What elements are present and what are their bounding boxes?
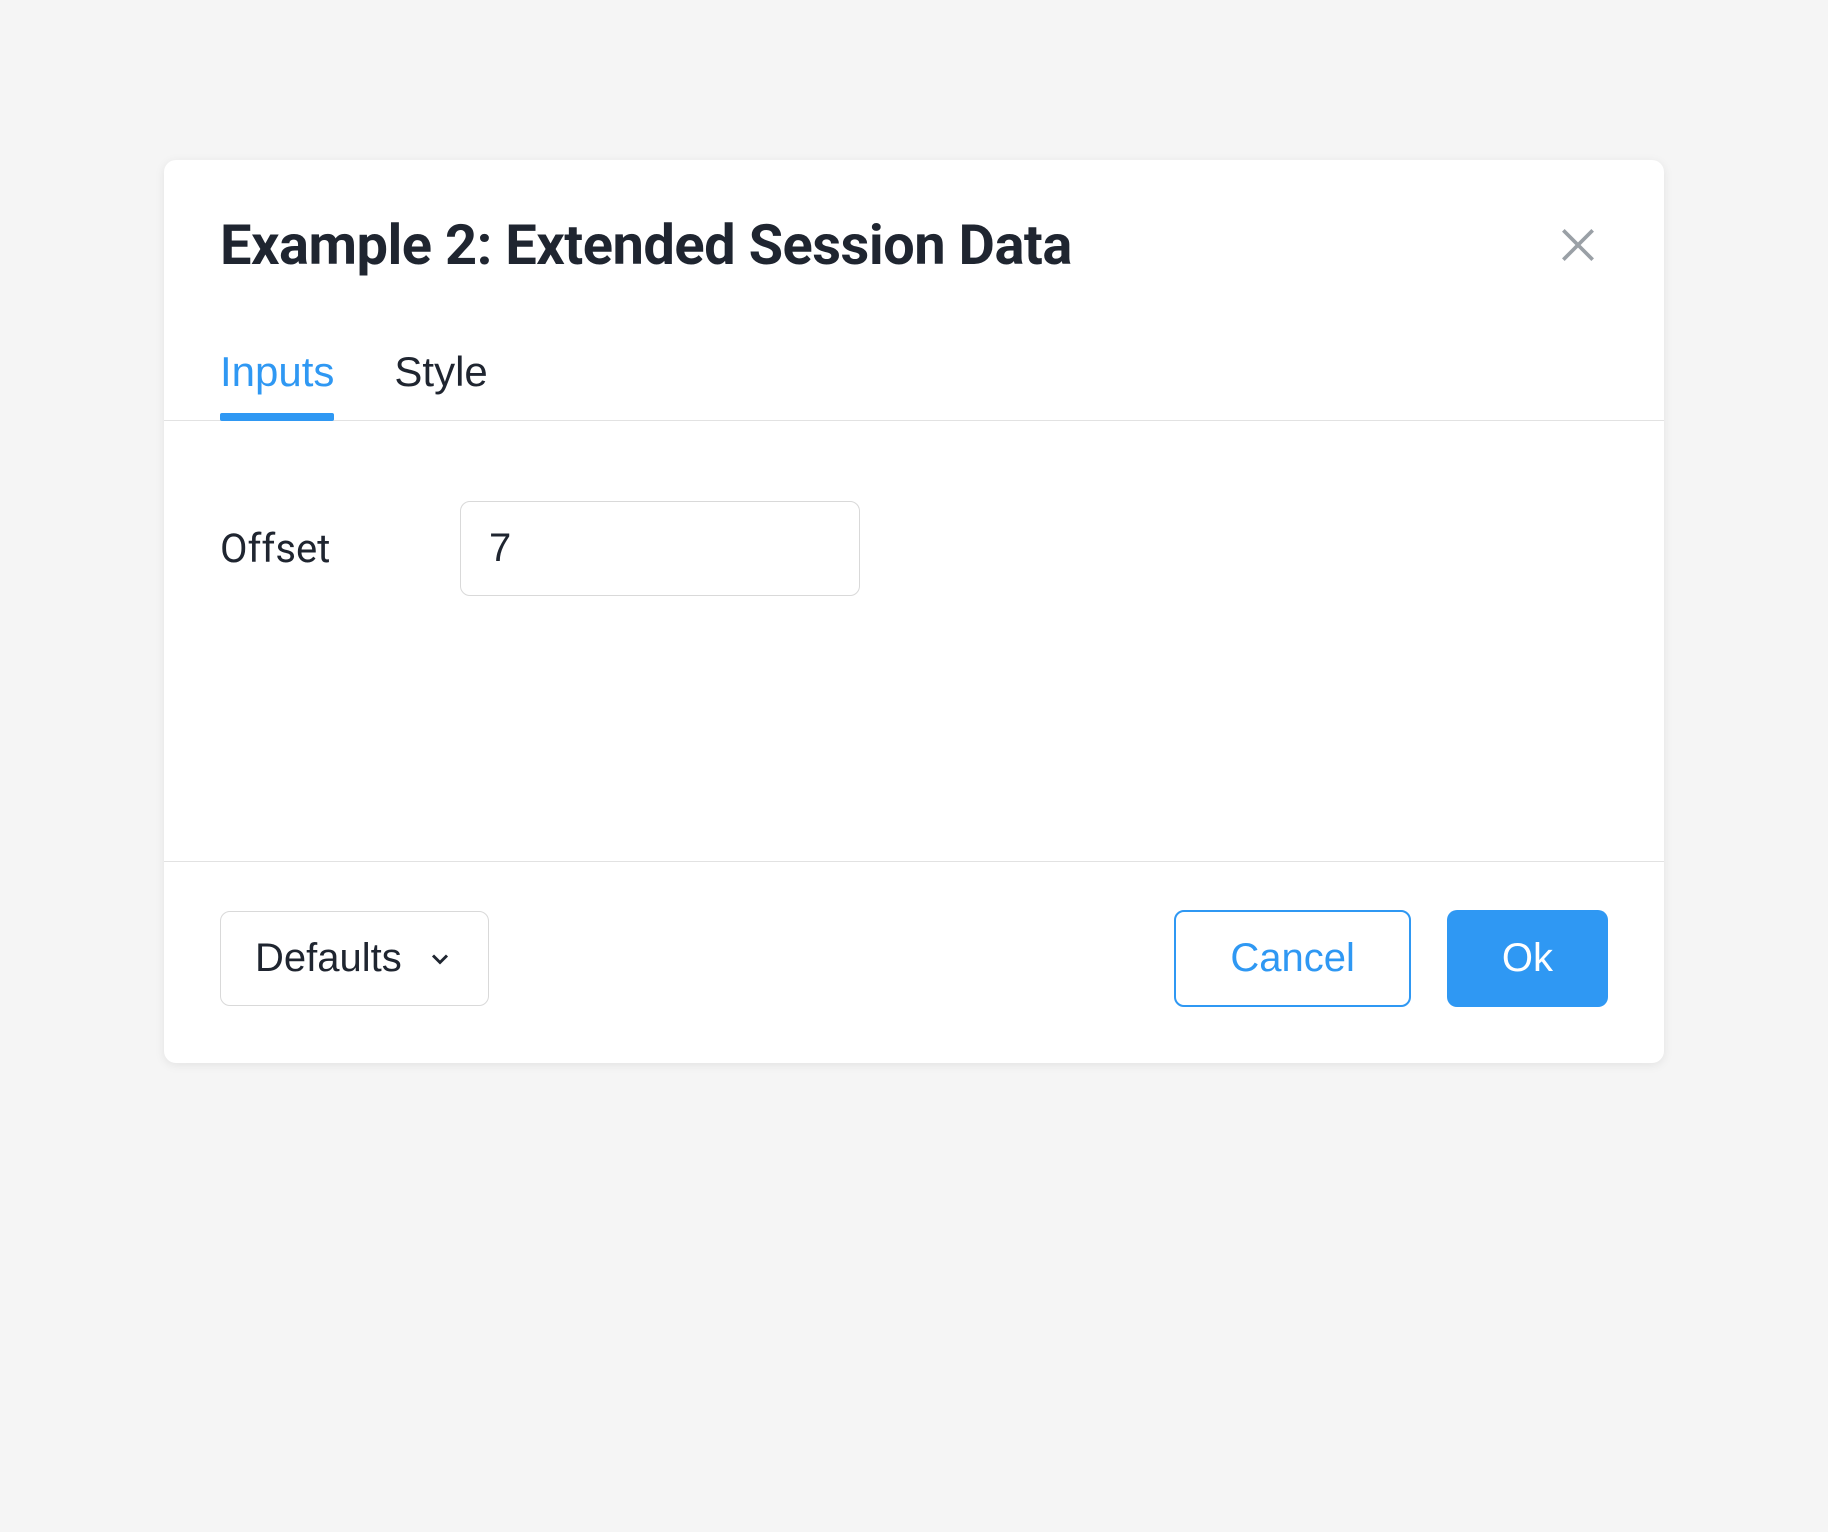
- dialog-body: Offset: [164, 421, 1664, 861]
- chevron-down-icon: [426, 945, 454, 973]
- close-icon: [1556, 223, 1600, 267]
- tabs: Inputs Style: [164, 308, 1664, 421]
- cancel-button[interactable]: Cancel: [1174, 910, 1411, 1007]
- close-button[interactable]: [1548, 215, 1608, 275]
- ok-button[interactable]: Ok: [1447, 910, 1608, 1007]
- tab-style[interactable]: Style: [394, 348, 487, 420]
- defaults-button[interactable]: Defaults: [220, 911, 489, 1006]
- dialog-footer: Defaults Cancel Ok: [164, 861, 1664, 1063]
- offset-input[interactable]: [460, 501, 860, 596]
- dialog-header: Example 2: Extended Session Data: [164, 160, 1664, 308]
- offset-row: Offset: [220, 501, 1608, 596]
- tab-inputs[interactable]: Inputs: [220, 348, 334, 420]
- dialog-title: Example 2: Extended Session Data: [220, 212, 1072, 278]
- footer-actions: Cancel Ok: [1174, 910, 1608, 1007]
- defaults-button-label: Defaults: [255, 936, 402, 981]
- offset-label: Offset: [220, 525, 360, 572]
- settings-dialog: Example 2: Extended Session Data Inputs …: [164, 160, 1664, 1063]
